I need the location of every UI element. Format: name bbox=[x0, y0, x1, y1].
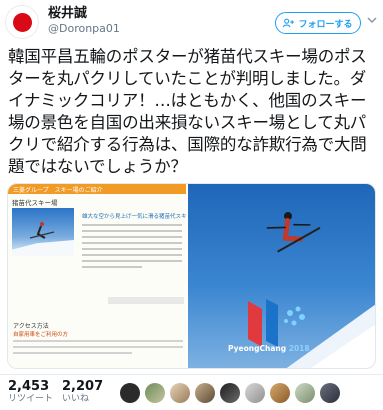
site-header-bar: 三菱グループ スキー場のご紹介 bbox=[8, 184, 187, 194]
avatar[interactable] bbox=[220, 383, 240, 403]
site-access-subtitle: 自家用車をご利用の方 bbox=[13, 332, 69, 338]
pyeongchang-logo-text: PyeongChang 2018 bbox=[228, 344, 310, 353]
logo-year: 2018 bbox=[288, 344, 310, 353]
tweet-stats: 2,453 リツイート 2,207 いいね bbox=[0, 374, 383, 410]
avatar[interactable] bbox=[245, 383, 265, 403]
like-stat[interactable]: 2,207 いいね bbox=[62, 379, 103, 405]
site-article-body bbox=[82, 224, 182, 272]
site-ski-photo bbox=[12, 208, 74, 256]
retweet-stat[interactable]: 2,453 リツイート bbox=[8, 379, 53, 405]
site-article-title: 雄大な空から見上げ一気に滑る猪苗代スキー場 bbox=[82, 214, 189, 220]
follow-label: フォローする bbox=[298, 19, 353, 30]
site-heading: 猪苗代スキー場 bbox=[12, 199, 58, 207]
site-footer-text bbox=[13, 340, 183, 358]
rising-sun-icon bbox=[13, 13, 32, 32]
logo-word: PyeongChang bbox=[228, 344, 287, 353]
author-handle[interactable]: @Doronpa01 bbox=[48, 22, 120, 35]
tweet-media[interactable]: 三菱グループ スキー場のご紹介 猪苗代スキー場 雄大な空から見上げ一気に滑る猪苗… bbox=[7, 183, 376, 369]
avatar[interactable] bbox=[270, 383, 290, 403]
avatar[interactable] bbox=[145, 383, 165, 403]
site-link bbox=[108, 297, 184, 304]
like-count: 2,207 bbox=[62, 379, 104, 394]
site-bar-text: 三菱グループ スキー場のご紹介 bbox=[13, 187, 103, 194]
chevron-down-icon[interactable] bbox=[366, 14, 378, 26]
avatar[interactable] bbox=[320, 383, 340, 403]
tweet-text: 韓国平昌五輪のポスターが猪苗代スキー場のポスターを丸パクリしていたことが判明しま… bbox=[8, 47, 367, 176]
add-user-icon bbox=[283, 18, 295, 28]
pyeongchang-logo-icon bbox=[248, 299, 306, 347]
author-name[interactable]: 桜井誠 bbox=[48, 6, 87, 21]
avatar[interactable] bbox=[170, 383, 190, 403]
avatar[interactable] bbox=[295, 383, 315, 403]
media-image-pyeongchang-poster[interactable]: PyeongChang 2018 bbox=[188, 184, 375, 368]
liker-avatars bbox=[120, 383, 340, 403]
avatar[interactable] bbox=[5, 5, 39, 39]
like-label: いいね bbox=[62, 394, 90, 404]
skier-icon bbox=[29, 222, 55, 239]
retweet-count: 2,453 bbox=[8, 379, 50, 394]
media-image-ski-resort-page[interactable]: 三菱グループ スキー場のご紹介 猪苗代スキー場 雄大な空から見上げ一気に滑る猪苗… bbox=[8, 184, 189, 368]
follow-button[interactable]: フォローする bbox=[275, 12, 361, 34]
site-access-title: アクセス方法 bbox=[13, 323, 49, 330]
retweet-label: リツイート bbox=[8, 394, 54, 404]
avatar[interactable] bbox=[195, 383, 215, 403]
avatar[interactable] bbox=[120, 383, 140, 403]
tweet-header: 桜井誠 @Doronpa01 フォローする bbox=[0, 0, 383, 42]
